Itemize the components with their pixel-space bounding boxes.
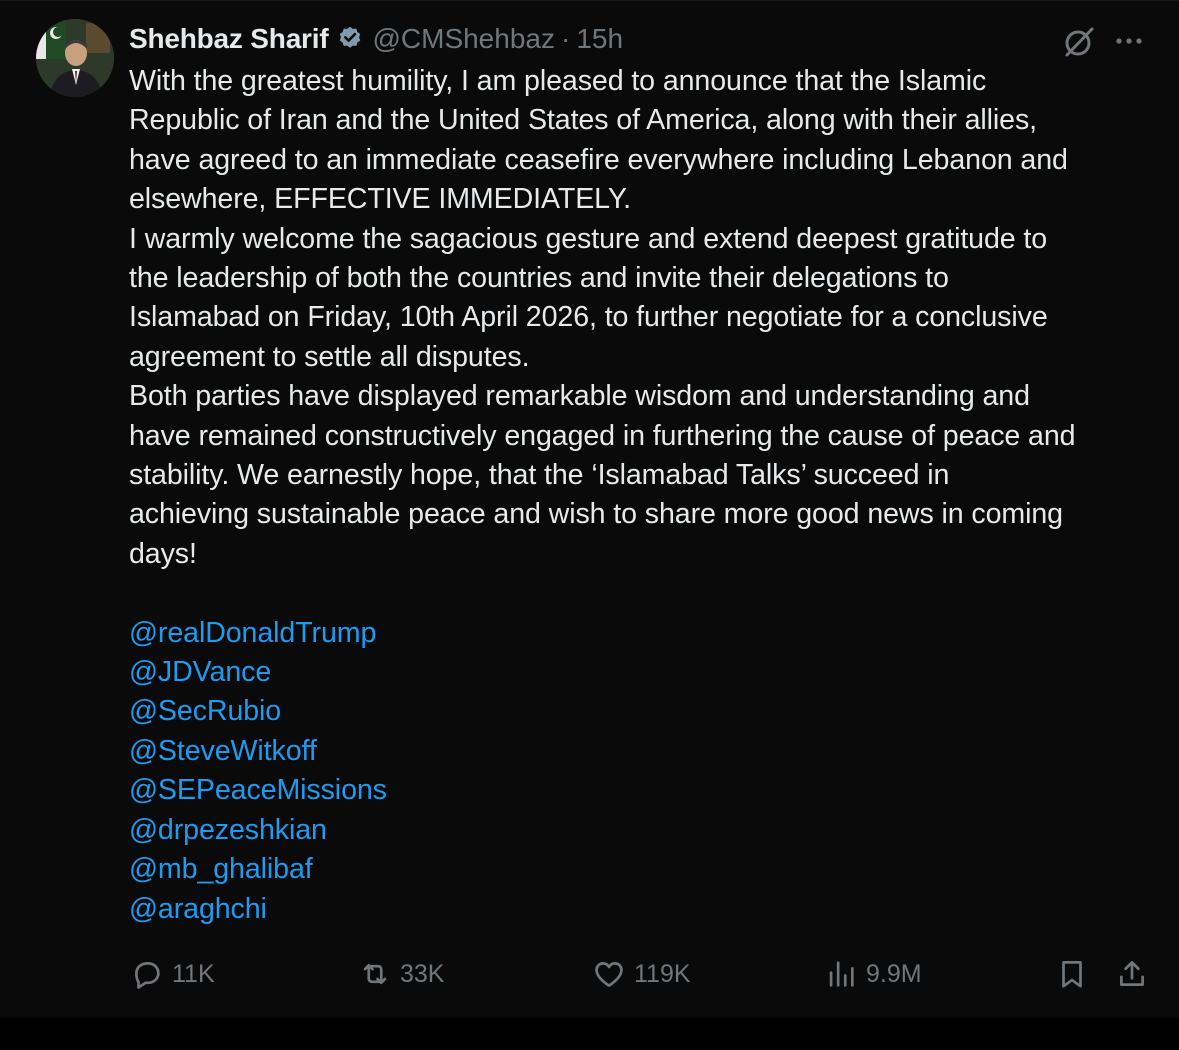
action-bar: 11K 33K 119K 9.9M: [0, 951, 1179, 997]
share-icon: [1115, 957, 1149, 991]
repost-count: 33K: [400, 959, 445, 988]
author-handle[interactable]: @CMShehbaz: [372, 23, 555, 55]
tweet-text-line: agreement to settle all disputes.: [129, 340, 530, 373]
tweet-body: With the greatest humility, I am pleased…: [129, 62, 1159, 929]
mention-link[interactable]: @araghchi: [129, 893, 267, 925]
mention-link[interactable]: @SteveWitkoff: [129, 735, 317, 767]
tweet-text-line: I warmly welcome the sagacious gesture a…: [129, 222, 1048, 255]
views-icon: [824, 957, 858, 991]
like-button[interactable]: 119K: [592, 951, 691, 997]
tweet-text-line: elsewhere, EFFECTIVE IMMEDIATELY.: [129, 183, 631, 216]
repost-button[interactable]: 33K: [358, 951, 444, 997]
like-icon: [592, 957, 626, 991]
tweet-card[interactable]: Shehbaz Sharif @CMShehbaz · 15h With the…: [0, 0, 1179, 1018]
share-button[interactable]: [1115, 951, 1149, 997]
grok-icon[interactable]: [1062, 25, 1096, 59]
header-separator: ·: [560, 23, 571, 54]
bookmark-icon: [1055, 957, 1089, 991]
screen-bottom-edge: [0, 1018, 1179, 1050]
tweet-text-line: Republic of Iran and the United States o…: [129, 104, 1038, 137]
reply-button[interactable]: 11K: [130, 951, 215, 997]
tweet-text-line: have remained constructively engaged in …: [129, 419, 1076, 452]
mention-link[interactable]: @realDonaldTrump: [129, 617, 376, 649]
mention-link[interactable]: @SecRubio: [129, 695, 281, 727]
mention-link[interactable]: @SEPeaceMissions: [129, 774, 387, 806]
tweet-timestamp[interactable]: 15h: [576, 23, 623, 55]
tweet-text-line: have agreed to an immediate ceasefire ev…: [129, 143, 1068, 176]
like-count: 119K: [634, 959, 691, 988]
more-options-icon[interactable]: [1112, 27, 1146, 55]
views-button[interactable]: 9.9M: [824, 951, 922, 997]
tweet-text-line: stability. We earnestly hope, that the ‘…: [129, 459, 950, 492]
repost-icon: [358, 957, 392, 991]
verified-badge-icon[interactable]: [336, 25, 364, 53]
tweet-text-line: achieving sustainable peace and wish to …: [129, 498, 1063, 531]
tweet-text-line: Islamabad on Friday, 10th April 2026, to…: [129, 301, 1048, 334]
bookmark-button[interactable]: [1055, 951, 1089, 997]
mention-link[interactable]: @mb_ghalibaf: [129, 853, 313, 885]
tweet-text-line: the leadership of both the countries and…: [129, 262, 949, 295]
mention-link[interactable]: @JDVance: [129, 656, 271, 688]
tweet-text-line: With the greatest humility, I am pleased…: [129, 65, 987, 97]
tweet-text-line: Both parties have displayed remarkable w…: [129, 380, 1030, 413]
reply-icon: [130, 957, 164, 991]
mention-link[interactable]: @drpezeshkian: [129, 814, 327, 846]
views-count: 9.9M: [866, 959, 922, 988]
tweet-header: Shehbaz Sharif @CMShehbaz · 15h: [129, 19, 623, 59]
tweet-text-line: days!: [129, 537, 197, 570]
author-name[interactable]: Shehbaz Sharif: [129, 23, 329, 55]
reply-count: 11K: [172, 959, 215, 988]
author-avatar[interactable]: [36, 19, 114, 97]
